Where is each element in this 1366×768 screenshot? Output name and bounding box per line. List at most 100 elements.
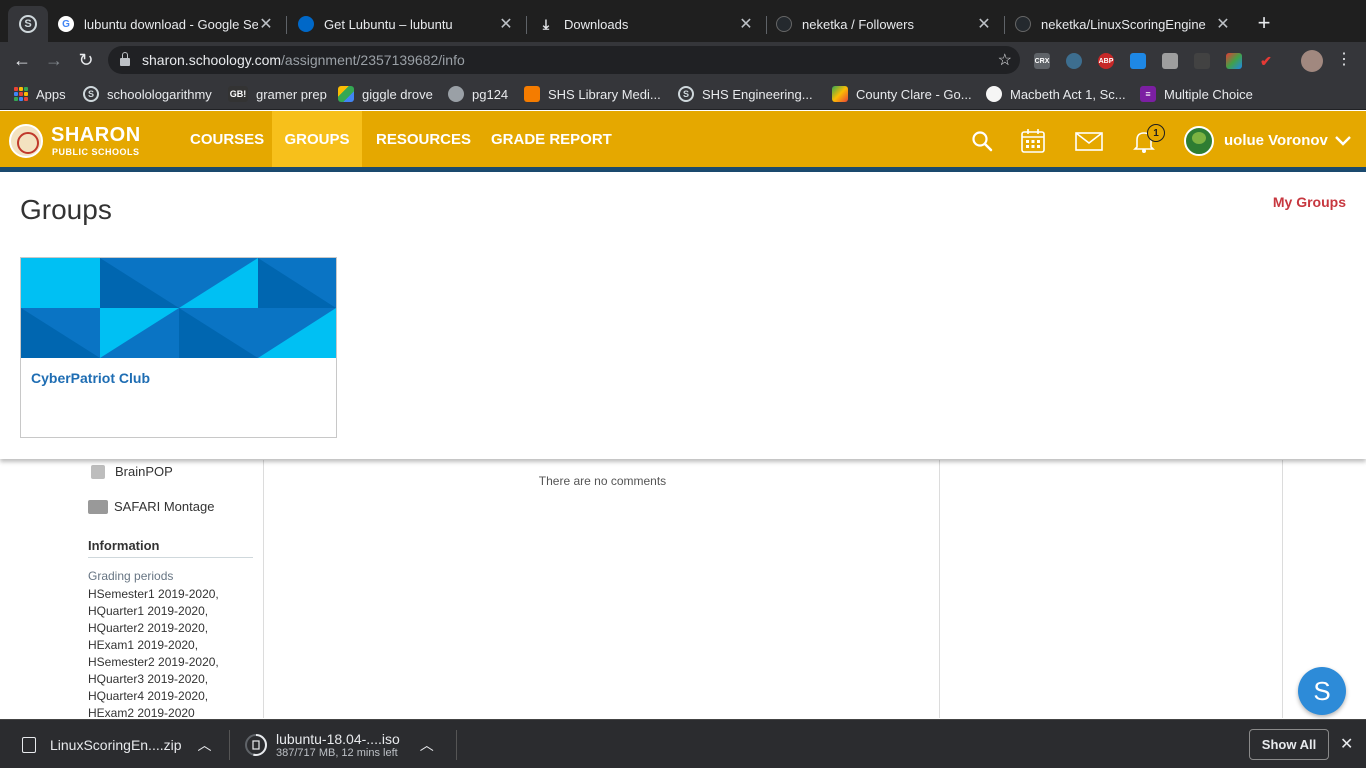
bookmarks-bar: Apps S schoolologarithmy GB! gramer prep…	[0, 78, 1366, 110]
grading-period: HQuarter2 2019-2020,	[88, 621, 209, 635]
bookmark-shs-engineering[interactable]: S SHS Engineering...	[678, 85, 813, 103]
github-icon	[1015, 16, 1031, 32]
forward-arrow-icon[interactable]: →	[42, 48, 66, 72]
bookmark-star-icon[interactable]: ☆	[998, 50, 1012, 70]
bookmark-label: pg124	[472, 86, 509, 102]
address-bar[interactable]: sharon.schoology.com /assignment/2357139…	[108, 46, 1020, 74]
chevron-up-icon[interactable]: ︿	[198, 735, 212, 755]
download-filename: lubuntu-18.04-....iso	[276, 730, 400, 747]
user-avatar[interactable]	[1184, 126, 1214, 156]
nav-grade-report[interactable]: GRADE REPORT	[477, 111, 626, 167]
download-separator	[229, 730, 230, 760]
download-progress-ring	[245, 733, 267, 756]
search-icon[interactable]	[971, 130, 993, 152]
bookmark-gramer-prep[interactable]: GB! gramer prep	[228, 85, 327, 103]
user-name[interactable]: uolue Voronov	[1224, 132, 1328, 149]
bookmark-label: Multiple Choice	[1164, 86, 1253, 102]
bookmark-shs-library[interactable]: SHS Library Medi...	[524, 85, 661, 103]
group-name-link[interactable]: CyberPatriot Club	[31, 370, 150, 386]
resource-link-safari-montage[interactable]: SAFARI Montage	[88, 499, 214, 514]
download-status: 387/717 MB, 12 mins left	[276, 746, 398, 759]
owl-extension-icon[interactable]	[1066, 53, 1082, 69]
quiz-icon	[986, 86, 1002, 102]
bookmark-macbeth[interactable]: Macbeth Act 1, Sc...	[986, 85, 1126, 103]
tab-downloads[interactable]: ⤓ Downloads ✕	[528, 6, 764, 42]
adblock-plus-icon[interactable]: ABP	[1098, 53, 1114, 69]
brainpop-icon	[91, 464, 105, 479]
tab-github-repo[interactable]: neketka/LinuxScoringEngine ✕	[1005, 6, 1241, 42]
tab-lubuntu[interactable]: Get Lubuntu – lubuntu ✕	[288, 6, 524, 42]
bookmark-label: Apps	[36, 86, 66, 102]
bookmark-label: gramer prep	[256, 86, 327, 102]
download-item-zip[interactable]: LinuxScoringEn....zip ︿	[22, 720, 212, 768]
briefcase-extension-icon[interactable]	[1162, 53, 1178, 69]
chevron-down-icon[interactable]	[1334, 128, 1352, 156]
grading-period: HQuarter1 2019-2020,	[88, 604, 209, 618]
bookmark-apps[interactable]: Apps	[14, 85, 66, 103]
google-icon: G	[58, 16, 74, 32]
new-tab-button[interactable]: +	[1252, 12, 1276, 36]
tab-github-followers[interactable]: neketka / Followers ✕	[766, 6, 1002, 42]
tab-title: Get Lubuntu – lubuntu	[324, 16, 453, 32]
back-arrow-icon[interactable]: ←	[10, 48, 34, 72]
bookmark-pg124[interactable]: pg124	[448, 85, 508, 103]
bookmark-multiple-choice[interactable]: ≡ Multiple Choice	[1140, 85, 1253, 103]
information-heading: Information	[88, 538, 253, 558]
bookmark-label: Macbeth Act 1, Sc...	[1010, 86, 1126, 102]
resource-link-label: SAFARI Montage	[114, 499, 215, 514]
extension-checkmark-icon[interactable]	[1130, 53, 1146, 69]
schoology-help-button[interactable]: S	[1298, 667, 1346, 715]
close-icon[interactable]: ✕	[1340, 734, 1353, 754]
bookmark-county-clare[interactable]: County Clare - Go...	[832, 85, 972, 103]
schoology-icon: S	[678, 86, 694, 102]
browser-toolbar: ← → ↻ sharon.schoology.com /assignment/2…	[0, 42, 1366, 78]
school-seal-logo[interactable]	[9, 124, 43, 158]
group-card[interactable]: CyberPatriot Club	[20, 257, 337, 438]
brand-name[interactable]: SHARON	[51, 124, 141, 147]
comments-area: There are no comments	[263, 460, 940, 718]
nav-groups[interactable]: GROUPS	[272, 111, 362, 167]
color-extension-icon[interactable]	[1226, 53, 1242, 69]
globe-icon	[448, 86, 464, 102]
lock-icon	[120, 52, 130, 66]
close-icon[interactable]: ✕	[1215, 14, 1231, 34]
profile-avatar[interactable]	[1301, 50, 1323, 72]
crx-extension-icon[interactable]: CRX	[1034, 53, 1050, 69]
github-icon	[776, 16, 792, 32]
grading-periods-list: HSemester1 2019-2020, HQuarter1 2019-202…	[88, 586, 219, 722]
download-item-iso[interactable]: lubuntu-18.04-....iso 387/717 MB, 12 min…	[244, 720, 434, 768]
browser-menu-icon[interactable]: ⋮	[1336, 50, 1352, 70]
bookmark-label: giggle drove	[362, 86, 433, 102]
grading-period: HSemester2 2019-2020,	[88, 655, 219, 669]
close-icon[interactable]: ✕	[738, 14, 754, 34]
nav-resources[interactable]: RESOURCES	[362, 111, 485, 167]
groups-title: Groups	[20, 194, 112, 225]
pinned-tab-schoology[interactable]: S	[8, 6, 48, 42]
reload-icon[interactable]: ↻	[74, 48, 98, 72]
tab-title: lubuntu download - Google Sea	[84, 16, 258, 32]
chevron-up-icon[interactable]: ︿	[420, 735, 434, 755]
mail-icon[interactable]	[1075, 132, 1103, 151]
dark-extension-icon[interactable]	[1194, 53, 1210, 69]
my-groups-link[interactable]: My Groups	[1273, 194, 1346, 210]
brand-subtitle: PUBLIC SCHOOLS	[52, 147, 140, 157]
show-all-downloads-button[interactable]: Show All	[1249, 729, 1329, 760]
nav-courses[interactable]: COURSES	[176, 111, 278, 167]
maps-icon	[832, 86, 848, 102]
tab-separator	[526, 16, 527, 34]
close-icon[interactable]: ✕	[976, 14, 992, 34]
bookmark-giggle-drove[interactable]: giggle drove	[338, 85, 433, 103]
calendar-icon[interactable]	[1021, 128, 1045, 154]
red-check-extension-icon[interactable]: ✔	[1258, 53, 1274, 69]
bookmark-schoolologarithmy[interactable]: S schoolologarithmy	[83, 85, 212, 103]
close-icon[interactable]: ✕	[258, 14, 274, 34]
no-comments-text: There are no comments	[538, 474, 667, 488]
tab-google-search[interactable]: G lubuntu download - Google Sea ✕	[48, 6, 284, 42]
grading-period: HExam1 2019-2020,	[88, 638, 199, 652]
close-icon[interactable]: ✕	[498, 14, 514, 34]
file-icon	[22, 736, 36, 753]
grading-period: HQuarter4 2019-2020,	[88, 689, 209, 703]
gb-icon: GB!	[228, 86, 248, 102]
resource-link-brainpop[interactable]: BrainPOP	[88, 464, 173, 479]
url-host: sharon.schoology.com	[142, 52, 282, 68]
